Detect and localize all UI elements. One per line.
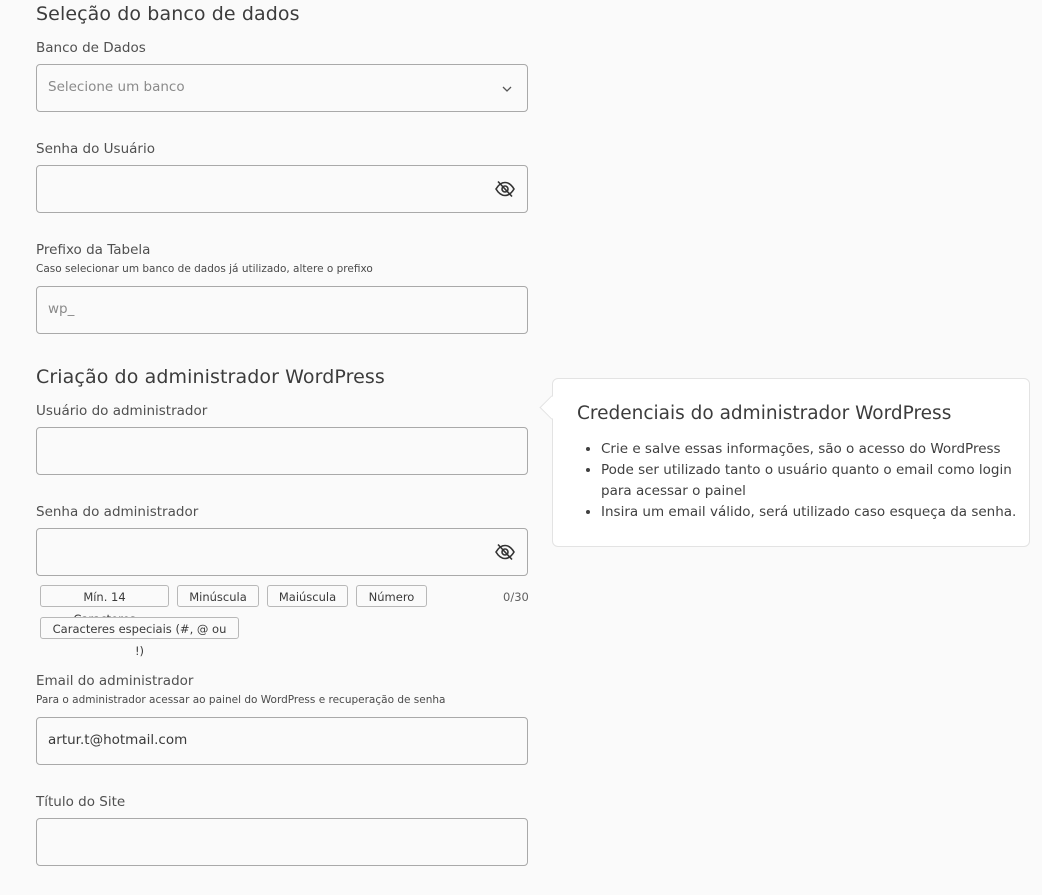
table-prefix-placeholder: wp_: [48, 301, 75, 317]
eye-off-icon[interactable]: [494, 178, 516, 200]
admin-email-value: artur.t@hotmail.com: [48, 732, 188, 748]
db-section-title: Seleção do banco de dados: [36, 3, 300, 25]
info-card-item: Insira um email válido, será utilizado c…: [601, 502, 1041, 523]
info-card-list: Crie e salve essas informações, são o ac…: [577, 439, 1041, 523]
admin-user-label: Usuário do administrador: [36, 403, 208, 419]
info-card-item: Pode ser utilizado tanto o usuário quant…: [601, 460, 1041, 502]
admin-email-label: Email do administrador: [36, 673, 194, 689]
admin-credentials-info-card: Credenciais do administrador WordPress C…: [552, 378, 1030, 547]
user-password-label: Senha do Usuário: [36, 141, 155, 157]
database-label: Banco de Dados: [36, 40, 146, 56]
password-rule-number: Número: [356, 585, 427, 607]
table-prefix-label: Prefixo da Tabela: [36, 242, 151, 258]
admin-user-input[interactable]: [36, 427, 528, 475]
site-title-input[interactable]: [36, 818, 528, 866]
admin-email-hint: Para o administrador acessar ao painel d…: [36, 694, 446, 706]
admin-section-title: Criação do administrador WordPress: [36, 366, 385, 388]
password-char-counter: 0/30: [503, 590, 529, 604]
password-rule-min-length: Mín. 14 Caracteres: [40, 585, 169, 626]
chevron-down-icon: [496, 78, 518, 100]
info-card-item: Crie e salve essas informações, são o ac…: [601, 439, 1041, 460]
database-select-placeholder: Selecione um banco: [48, 79, 185, 95]
table-prefix-hint: Caso selecionar um banco de dados já uti…: [36, 263, 373, 275]
password-rule-special: Caracteres especiais (#, @ ou !): [40, 617, 239, 658]
admin-password-field[interactable]: [36, 528, 528, 576]
table-prefix-input[interactable]: wp_: [36, 286, 528, 334]
password-rule-lowercase: Minúscula: [177, 585, 259, 607]
wordpress-install-form: Seleção do banco de dados Banco de Dados…: [0, 0, 1042, 895]
eye-off-icon[interactable]: [494, 541, 516, 563]
admin-email-input[interactable]: artur.t@hotmail.com: [36, 717, 528, 765]
site-title-label: Título do Site: [36, 794, 126, 810]
database-select[interactable]: Selecione um banco: [36, 64, 528, 112]
admin-password-label: Senha do administrador: [36, 504, 199, 520]
user-password-field[interactable]: [36, 165, 528, 213]
password-rule-uppercase: Maiúscula: [267, 585, 348, 607]
info-card-title: Credenciais do administrador WordPress: [577, 403, 952, 424]
